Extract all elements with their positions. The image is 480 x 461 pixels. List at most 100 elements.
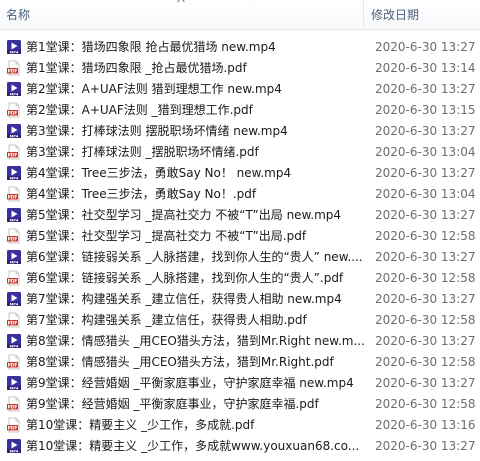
file-name: 第3堂课：打棒球法则 _摆脱职场坏情绪.pdf [26, 145, 259, 159]
svg-text:PDF: PDF [8, 152, 18, 158]
mp4-file-icon: MP4 [7, 291, 21, 306]
svg-text:PDF: PDF [8, 68, 18, 74]
file-name: 第4堂课：Tree三步法，勇敢Say No！ new.mp4 [26, 166, 292, 180]
file-row-pdf[interactable]: PDF 第8堂课：情感猎头 _用CEO猎头方法，猎到Mr.Right.pdf 202… [0, 351, 480, 372]
mp4-file-icon: MP4 [7, 249, 21, 264]
date-column-header[interactable]: 修改日期 [363, 0, 480, 29]
file-modified-date: 2020-6-30 13:27 [375, 123, 476, 138]
file-modified-date: 2020-6-30 13:15 [375, 102, 476, 117]
svg-text:MP4: MP4 [10, 260, 19, 264]
file-name: 第6堂课：链接弱关系 _人脉搭建，找到你人生的“贵人”.pdf [26, 271, 344, 285]
file-modified-date: 2020-6-30 13:27 [375, 375, 476, 390]
file-name: 第6堂课：链接弱关系 _人脉搭建，找到你人生的“贵人” new.... [26, 250, 363, 264]
svg-text:MP4: MP4 [10, 50, 19, 54]
file-row-pdf[interactable]: PDF 第7堂课：构建强关系 _建立信任，获得贵人相助.pdf 2020-6-30 … [0, 309, 480, 330]
mp4-file-icon: MP4 [7, 81, 21, 96]
svg-text:MP4: MP4 [10, 386, 19, 390]
pdf-file-icon: PDF [7, 417, 20, 432]
pdf-file-icon: PDF [7, 396, 20, 411]
file-name: 第1堂课：猎场四象限 抢占最优猎场 new.mp4 [26, 40, 276, 54]
file-modified-date: 2020-6-30 13:14 [375, 60, 476, 75]
mp4-file-icon: MP4 [7, 165, 21, 180]
file-name: 第4堂课：Tree三步法，勇敢Say No！.pdf [26, 187, 257, 201]
svg-text:MP4: MP4 [10, 302, 19, 306]
file-row-pdf[interactable]: PDF 第6堂课：链接弱关系 _人脉搭建，找到你人生的“贵人”.pdf 2020-6… [0, 267, 480, 288]
pdf-file-icon: PDF [7, 228, 20, 243]
file-name: 第2堂课：A+UAF法则 猎到理想工作 new.mp4 [26, 82, 282, 96]
pdf-file-icon: PDF [7, 102, 20, 117]
svg-text:MP4: MP4 [10, 92, 19, 96]
sort-ascending-icon [177, 0, 185, 3]
file-row-mp4[interactable]: MP4 第9堂课：经营婚姻 _平衡家庭事业，守护家庭幸福 new.mp4 2020-… [0, 372, 480, 393]
file-list: MP4 第1堂课：猎场四象限 抢占最优猎场 new.mp4 2020-6-30 13… [0, 36, 480, 456]
file-modified-date: 2020-6-30 12:58 [375, 396, 476, 411]
file-modified-date: 2020-6-30 13:16 [375, 417, 476, 432]
file-row-mp4[interactable]: MP4 第1堂课：猎场四象限 抢占最优猎场 new.mp4 2020-6-30 13… [0, 36, 480, 57]
file-modified-date: 2020-6-30 13:27 [375, 249, 476, 264]
mp4-file-icon: MP4 [7, 438, 21, 453]
file-modified-date: 2020-6-30 13:27 [375, 81, 476, 96]
file-row-pdf[interactable]: PDF 第9堂课：经营婚姻 _平衡家庭事业，守护家庭幸福.pdf 2020-6-30… [0, 393, 480, 414]
date-column-label: 修改日期 [371, 8, 420, 22]
file-name: 第1堂课：猎场四象限 _抢占最优猎场.pdf [26, 61, 247, 75]
file-modified-date: 2020-6-30 13:04 [375, 186, 476, 201]
svg-text:PDF: PDF [8, 278, 18, 284]
file-name: 第5堂课：社交型学习 _提高社交力 不被“T”出局.pdf [26, 229, 307, 243]
file-row-mp4[interactable]: MP4 第7堂课：构建强关系 _建立信任，获得贵人相助 new.mp4 2020-6… [0, 288, 480, 309]
file-row-mp4[interactable]: MP4 第8堂课：情感猎头 _用CEO猎头方法，猎到Mr.Right new.m.… [0, 330, 480, 351]
pdf-file-icon: PDF [7, 354, 20, 369]
pdf-file-icon: PDF [7, 312, 20, 327]
file-modified-date: 2020-6-30 13:27 [375, 207, 476, 222]
mp4-file-icon: MP4 [7, 207, 21, 222]
svg-text:PDF: PDF [8, 425, 18, 431]
file-row-mp4[interactable]: MP4 第2堂课：A+UAF法则 猎到理想工作 new.mp4 2020-6-30 … [0, 78, 480, 99]
name-column-header[interactable]: 名称 [0, 0, 363, 29]
file-row-mp4[interactable]: MP4 第3堂课：打棒球法则 摆脱职场坏情绪 new.mp4 2020-6-30 1… [0, 120, 480, 141]
mp4-file-icon: MP4 [7, 123, 21, 138]
file-modified-date: 2020-6-30 12:58 [375, 312, 476, 327]
column-header: 名称 修改日期 [0, 0, 480, 30]
pdf-file-icon: PDF [7, 186, 20, 201]
file-row-pdf[interactable]: PDF 第1堂课：猎场四象限 _抢占最优猎场.pdf 2020-6-30 13:14 [0, 57, 480, 78]
file-name: 第7堂课：构建强关系 _建立信任，获得贵人相助.pdf [26, 313, 307, 327]
svg-text:PDF: PDF [8, 320, 18, 326]
file-explorer-window: 名称 修改日期 MP4 第1堂课：猎场四象限 抢占最优猎场 new.mp4 2020… [0, 0, 480, 461]
file-modified-date: 2020-6-30 12:58 [375, 228, 476, 243]
file-row-mp4[interactable]: MP4 第10堂课：精要主义 _少工作，多成就www.youxuan68.co..… [0, 435, 480, 456]
file-row-mp4[interactable]: MP4 第5堂课：社交型学习 _提高社交力 不被“T”出局 new.mp4 2020… [0, 204, 480, 225]
file-row-mp4[interactable]: MP4 第6堂课：链接弱关系 _人脉搭建，找到你人生的“贵人” new.... 20… [0, 246, 480, 267]
file-modified-date: 2020-6-30 13:04 [375, 144, 476, 159]
file-row-pdf[interactable]: PDF 第10堂课：精要主义 _少工作，多成就.pdf 2020-6-30 13:1… [0, 414, 480, 435]
svg-text:MP4: MP4 [10, 449, 19, 453]
file-name: 第5堂课：社交型学习 _提高社交力 不被“T”出局 new.mp4 [26, 208, 342, 222]
svg-text:MP4: MP4 [10, 344, 19, 348]
file-row-pdf[interactable]: PDF 第4堂课：Tree三步法，勇敢Say No！.pdf 2020-6-30 1… [0, 183, 480, 204]
pdf-file-icon: PDF [7, 144, 20, 159]
svg-text:PDF: PDF [8, 362, 18, 368]
file-modified-date: 2020-6-30 13:27 [375, 39, 476, 54]
file-name: 第10堂课：精要主义 _少工作，多成就www.youxuan68.co... [26, 439, 360, 453]
file-name: 第9堂课：经营婚姻 _平衡家庭事业，守护家庭幸福 new.mp4 [26, 376, 354, 390]
file-name: 第9堂课：经营婚姻 _平衡家庭事业，守护家庭幸福.pdf [26, 397, 319, 411]
mp4-file-icon: MP4 [7, 333, 21, 348]
file-row-pdf[interactable]: PDF 第2堂课：A+UAF法则 _猎到理想工作.pdf 2020-6-30 13:… [0, 99, 480, 120]
file-row-pdf[interactable]: PDF 第5堂课：社交型学习 _提高社交力 不被“T”出局.pdf 2020-6-3… [0, 225, 480, 246]
mp4-file-icon: MP4 [7, 375, 21, 390]
svg-text:PDF: PDF [8, 236, 18, 242]
file-modified-date: 2020-6-30 13:27 [375, 333, 476, 348]
file-row-mp4[interactable]: MP4 第4堂课：Tree三步法，勇敢Say No！ new.mp4 2020-6-… [0, 162, 480, 183]
file-modified-date: 2020-6-30 13:27 [375, 291, 476, 306]
file-name: 第2堂课：A+UAF法则 _猎到理想工作.pdf [26, 103, 253, 117]
svg-text:PDF: PDF [8, 110, 18, 116]
file-modified-date: 2020-6-30 13:27 [375, 165, 476, 180]
file-modified-date: 2020-6-30 12:58 [375, 354, 476, 369]
svg-text:MP4: MP4 [10, 218, 19, 222]
svg-text:MP4: MP4 [10, 134, 19, 138]
file-name: 第10堂课：精要主义 _少工作，多成就.pdf [26, 418, 255, 432]
pdf-file-icon: PDF [7, 60, 20, 75]
file-name: 第3堂课：打棒球法则 摆脱职场坏情绪 new.mp4 [26, 124, 288, 138]
file-row-pdf[interactable]: PDF 第3堂课：打棒球法则 _摆脱职场坏情绪.pdf 2020-6-30 13:0… [0, 141, 480, 162]
file-name: 第8堂课：情感猎头 _用CEO猎头方法，猎到Mr.Right new.m... [26, 334, 365, 348]
mp4-file-icon: MP4 [7, 39, 21, 54]
svg-text:PDF: PDF [8, 194, 18, 200]
